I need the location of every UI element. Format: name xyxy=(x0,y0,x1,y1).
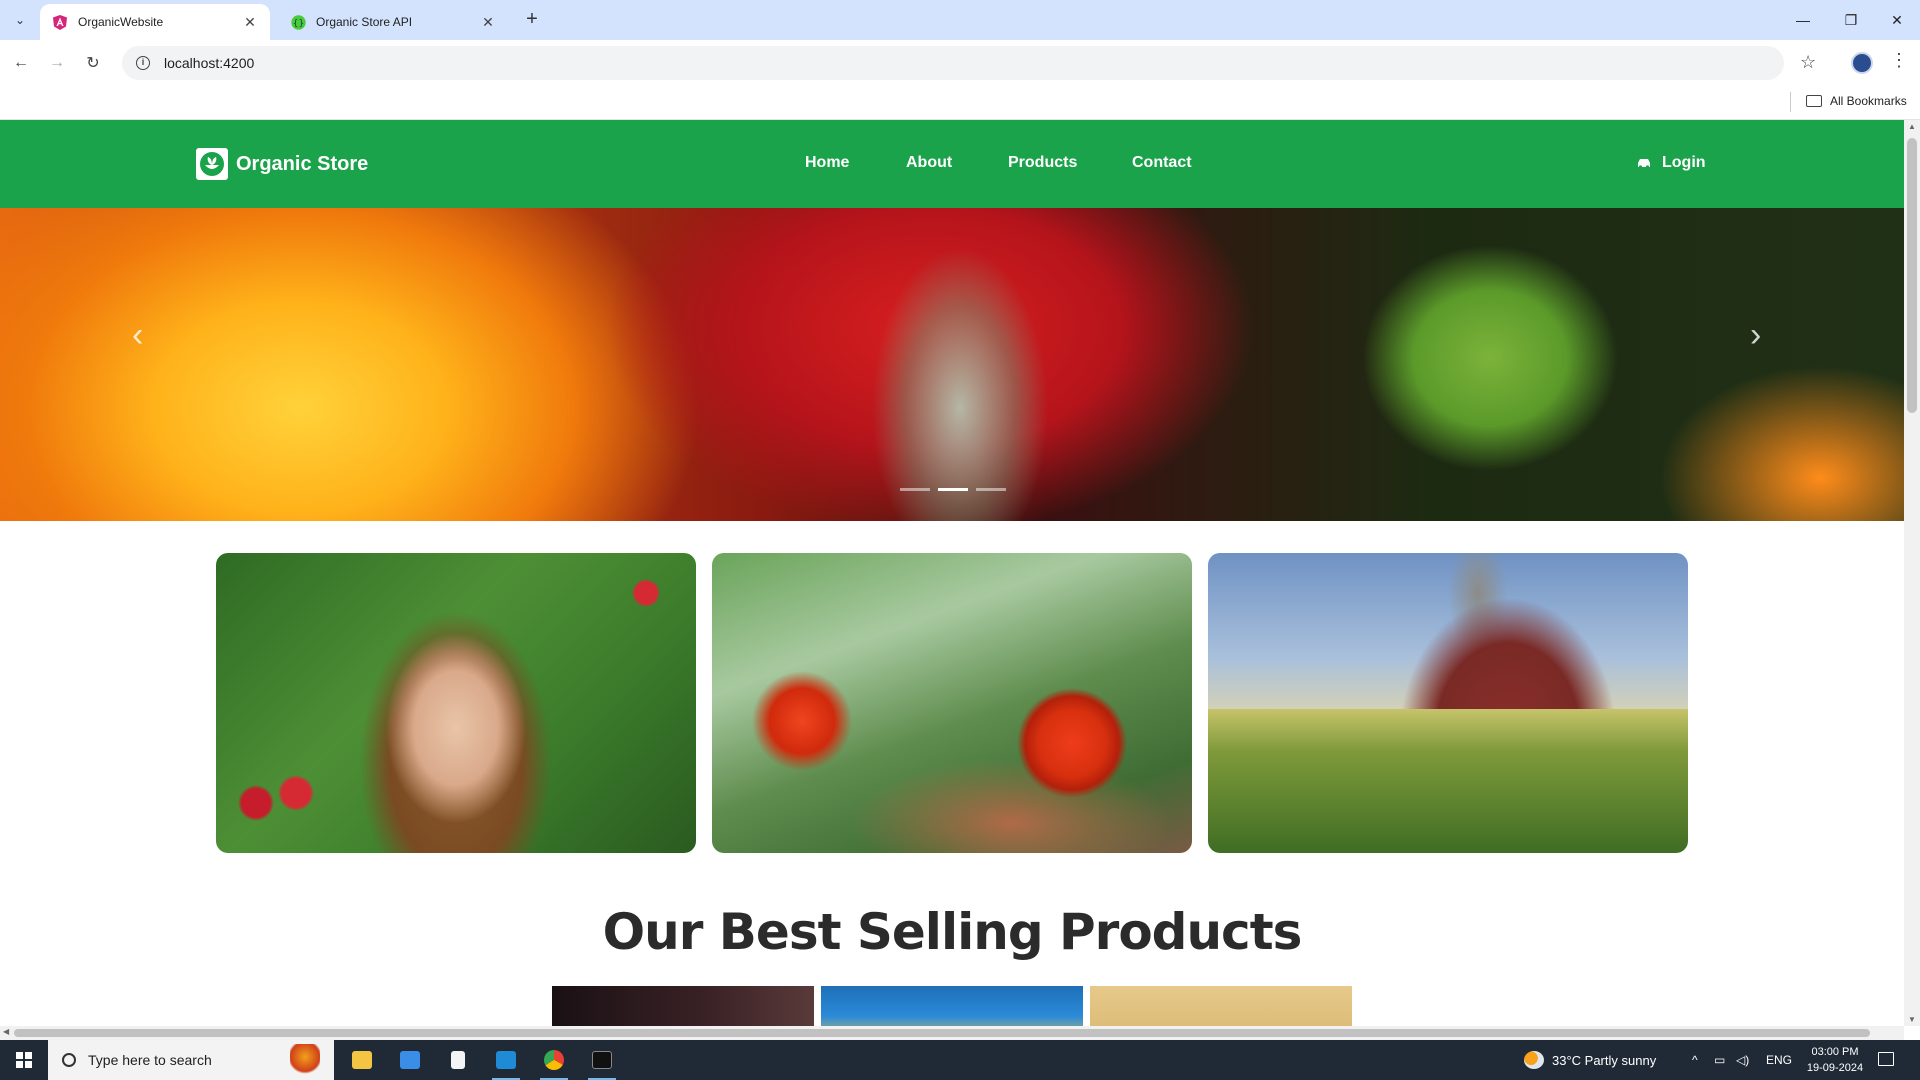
new-tab-icon[interactable]: + xyxy=(520,8,544,32)
vertical-scrollbar[interactable]: ▲ ▼ xyxy=(1904,120,1920,1026)
profile-avatar[interactable] xyxy=(1851,52,1873,74)
notepad-icon[interactable] xyxy=(434,1040,482,1080)
scrollbar-thumb[interactable] xyxy=(1907,138,1917,413)
weather-widget[interactable]: 33°C Partly sunny xyxy=(1524,1040,1656,1080)
all-bookmarks-button[interactable]: All Bookmarks xyxy=(1806,94,1907,108)
browser-toolbar: ← → ↻ i localhost:4200 ☆ ⋮ xyxy=(0,40,1920,86)
tray-chevron-icon[interactable]: ^ xyxy=(1692,1040,1698,1080)
hero-carousel: ‹ › xyxy=(0,208,1904,521)
angular-icon xyxy=(52,14,68,30)
tab-search-icon[interactable]: ⌄ xyxy=(8,8,32,32)
notification-icon[interactable] xyxy=(1878,1052,1894,1066)
carousel-next-icon[interactable]: › xyxy=(1750,316,1761,355)
carousel-indicator[interactable] xyxy=(976,488,1006,491)
window-close-icon[interactable]: ✕ xyxy=(1874,0,1920,40)
tab-title: OrganicWebsite xyxy=(78,15,164,29)
carousel-prev-icon[interactable]: ‹ xyxy=(132,316,143,355)
windows-taskbar: Type here to search 33°C Partly sunny ^ … xyxy=(0,1040,1920,1080)
terminal-icon[interactable] xyxy=(578,1040,626,1080)
carousel-indicators xyxy=(900,488,1006,491)
divider xyxy=(1790,92,1791,112)
chrome-icon[interactable] xyxy=(530,1040,578,1080)
weather-icon xyxy=(1524,1051,1544,1069)
search-icon xyxy=(62,1053,76,1067)
menu-kebab-icon[interactable]: ⋮ xyxy=(1890,50,1908,71)
tab-title: Organic Store API xyxy=(316,15,413,29)
brand-name: Organic Store xyxy=(236,152,369,175)
url-text: localhost:4200 xyxy=(164,55,255,71)
minimize-icon[interactable]: — xyxy=(1780,0,1826,40)
start-button[interactable] xyxy=(0,1040,48,1080)
clock-date: 19-09-2024 xyxy=(1806,1062,1864,1074)
page-viewport: Organic Store Home About Products Contac… xyxy=(0,120,1904,1026)
search-highlight-icon xyxy=(290,1044,320,1076)
swagger-icon: {} xyxy=(290,14,306,30)
carousel-indicator[interactable] xyxy=(900,488,930,491)
back-arrow-icon[interactable]: ← xyxy=(8,50,34,76)
scroll-down-icon[interactable]: ▼ xyxy=(1908,1015,1916,1024)
product-image[interactable] xyxy=(821,986,1083,1026)
nav-products[interactable]: Products xyxy=(1008,154,1077,172)
nav-contact[interactable]: Contact xyxy=(1132,154,1192,172)
svg-text:{}: {} xyxy=(292,19,303,29)
tab-organic-store-api[interactable]: {} Organic Store API ✕ xyxy=(278,4,508,40)
address-bar[interactable]: i localhost:4200 xyxy=(122,46,1784,80)
leaf-logo-icon xyxy=(196,148,228,180)
volume-icon[interactable]: ◁) xyxy=(1736,1040,1749,1080)
forward-arrow-icon[interactable]: → xyxy=(44,50,70,76)
bookmarks-bar: All Bookmarks xyxy=(0,86,1920,120)
all-bookmarks-label: All Bookmarks xyxy=(1830,94,1907,108)
feature-image-girl-apples xyxy=(216,553,696,853)
network-icon[interactable]: ▭ xyxy=(1714,1040,1725,1080)
restore-icon[interactable]: ❐ xyxy=(1828,0,1874,40)
site-info-icon[interactable]: i xyxy=(136,56,150,70)
feature-image-farm-barn xyxy=(1208,553,1688,853)
clock-time: 03:00 PM xyxy=(1811,1046,1859,1058)
store-icon[interactable] xyxy=(386,1040,434,1080)
feature-image-tomatoes xyxy=(712,553,1192,853)
language-indicator[interactable]: ENG xyxy=(1766,1040,1792,1080)
login-label: Login xyxy=(1662,154,1706,171)
close-icon[interactable]: ✕ xyxy=(242,14,258,31)
browser-tab-bar: ⌄ OrganicWebsite ✕ {} Organic Store API … xyxy=(0,0,1920,40)
taskbar-search[interactable]: Type here to search xyxy=(48,1040,334,1080)
nav-about[interactable]: About xyxy=(906,154,952,172)
scroll-left-icon[interactable]: ◀ xyxy=(3,1027,9,1036)
file-explorer-icon[interactable] xyxy=(338,1040,386,1080)
search-placeholder: Type here to search xyxy=(88,1052,212,1068)
scroll-up-icon[interactable]: ▲ xyxy=(1908,122,1916,131)
reload-icon[interactable]: ↻ xyxy=(80,50,106,76)
taskbar-clock[interactable]: 03:00 PM 19-09-2024 xyxy=(1800,1044,1870,1076)
nav-home[interactable]: Home xyxy=(805,154,849,172)
brand-link[interactable]: Organic Store xyxy=(196,148,368,180)
close-icon[interactable]: ✕ xyxy=(480,14,496,31)
vscode-icon[interactable] xyxy=(482,1040,530,1080)
horizontal-scrollbar[interactable]: ◀ xyxy=(0,1026,1904,1040)
car-icon xyxy=(1638,159,1650,169)
bookmark-star-icon[interactable]: ☆ xyxy=(1800,52,1816,73)
carousel-indicator-active[interactable] xyxy=(938,488,968,491)
tab-organic-website[interactable]: OrganicWebsite ✕ xyxy=(40,4,270,40)
product-image[interactable] xyxy=(1090,986,1352,1026)
folder-icon xyxy=(1806,95,1822,107)
weather-text: 33°C Partly sunny xyxy=(1552,1052,1657,1068)
windows-logo-icon xyxy=(16,1052,32,1068)
login-button[interactable]: Login xyxy=(1636,154,1706,172)
product-image[interactable] xyxy=(552,986,814,1026)
site-navbar: Organic Store Home About Products Contac… xyxy=(0,120,1904,208)
scrollbar-thumb[interactable] xyxy=(14,1029,1870,1037)
section-title: Our Best Selling Products xyxy=(602,903,1303,961)
